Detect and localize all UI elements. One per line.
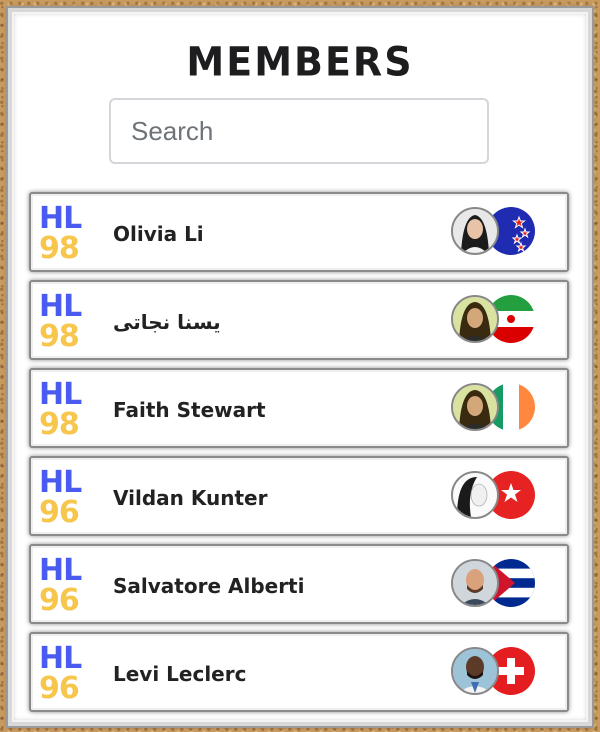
member-name: Faith Stewart (113, 398, 266, 422)
search-input[interactable] (109, 98, 489, 164)
hl-logo-icon: HL 98 (39, 201, 82, 266)
man-avatar (451, 559, 499, 607)
member-name: Levi Leclerc (113, 662, 247, 686)
hl-logo-icon: HL 98 (39, 377, 82, 442)
member-row[interactable]: HL 96 Vildan Kunter (29, 456, 569, 536)
page-title: MEMBERS (186, 38, 414, 86)
member-row[interactable]: HL 98 یسنا نجاتی (29, 280, 569, 360)
hl-logo-icon: HL 98 (39, 289, 82, 354)
woman-avatar (451, 295, 499, 343)
man-avatar (451, 647, 499, 695)
member-row[interactable]: HL 96 Salvatore Alberti (29, 544, 569, 624)
member-row[interactable]: HL 98 Faith Stewart (29, 368, 569, 448)
member-list: HL 98 Olivia Li HL 98 یسنا نجاتی HL 98 F… (29, 192, 569, 720)
member-name: Vildan Kunter (113, 486, 268, 510)
woman-avatar (451, 471, 499, 519)
member-name: Olivia Li (113, 222, 204, 246)
members-panel: MEMBERS HL98 Olivia Li HL98 یسنا نجاتی (6, 6, 594, 728)
member-name: یسنا نجاتی (113, 310, 221, 334)
member-row[interactable]: HL 98 Olivia Li (29, 192, 569, 272)
hl-logo-icon: HL 96 (39, 465, 82, 530)
woman-avatar (451, 383, 499, 431)
member-row[interactable]: HL 96 Levi Leclerc (29, 632, 569, 712)
woman-avatar (451, 207, 499, 255)
member-name: Salvatore Alberti (113, 574, 305, 598)
hl-logo-icon: HL 96 (39, 641, 82, 706)
hl-logo-icon: HL 96 (39, 553, 82, 618)
